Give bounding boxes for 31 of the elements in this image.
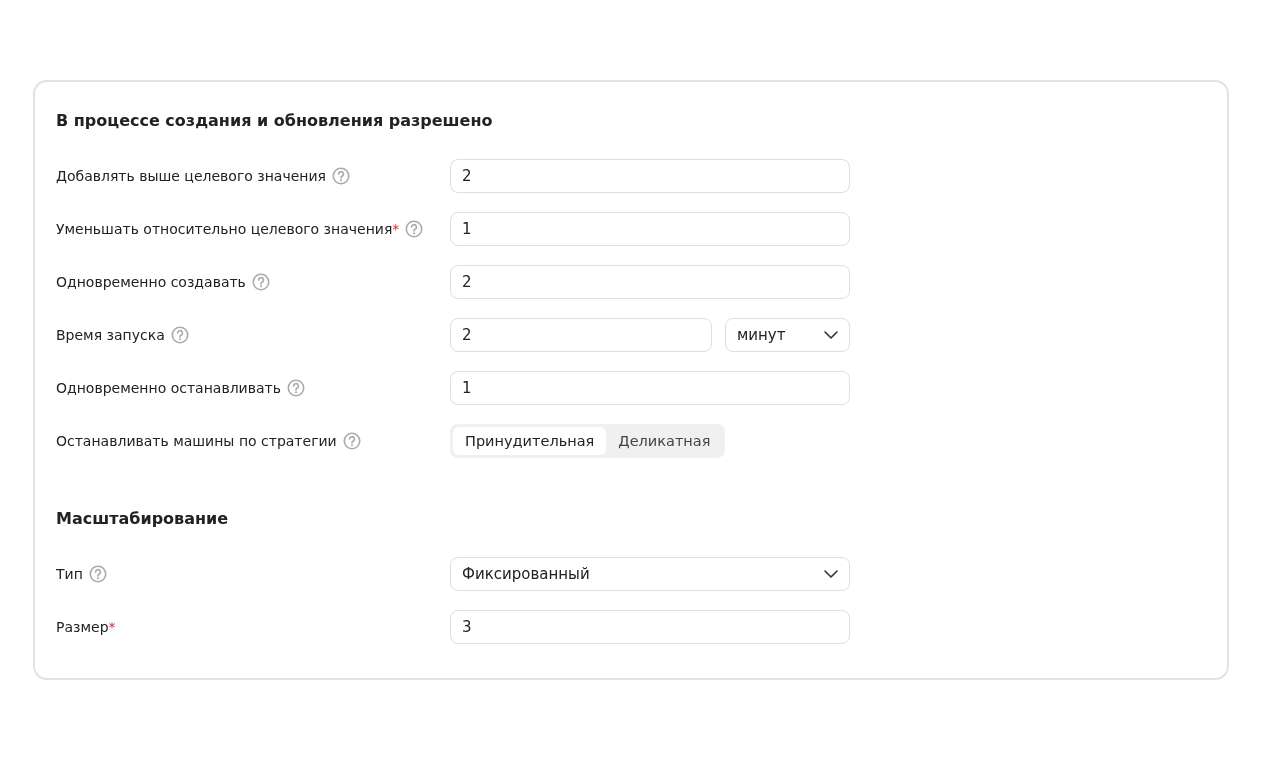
type-dropdown[interactable]: Фиксированный <box>450 557 850 591</box>
help-icon[interactable] <box>170 326 189 344</box>
help-icon[interactable] <box>88 565 107 583</box>
segment-option[interactable]: Деликатная <box>606 427 723 455</box>
field-label: Размер <box>56 619 109 635</box>
help-icon[interactable] <box>405 220 424 238</box>
chevron-down-icon <box>824 570 838 578</box>
help-icon[interactable] <box>342 432 361 450</box>
help-icon[interactable] <box>286 379 305 397</box>
section-title: Масштабирование <box>56 508 230 530</box>
field-label: Добавлять выше целевого значения <box>56 168 326 184</box>
number-input[interactable]: 1 <box>450 371 850 405</box>
number-input[interactable]: 2 <box>450 159 850 193</box>
help-icon[interactable] <box>251 273 270 291</box>
number-input[interactable]: 2 <box>450 318 712 352</box>
field-label: Тип <box>56 566 83 582</box>
unit-dropdown[interactable]: минут <box>725 318 850 352</box>
number-input[interactable]: 1 <box>450 212 850 246</box>
field-label: Останавливать машины по стратегии <box>56 433 337 449</box>
field-label: Одновременно создавать <box>56 274 246 290</box>
required-mark: * <box>108 619 116 635</box>
field-label: Уменьшать относительно целевого значения <box>56 221 393 237</box>
field-label: Время запуска <box>56 327 165 343</box>
section-title: В процессе создания и обновления разрешено <box>56 110 494 132</box>
number-input[interactable]: 2 <box>450 265 850 299</box>
chevron-down-icon <box>824 331 838 339</box>
required-mark: * <box>392 221 400 237</box>
segment-option[interactable]: Принудительная <box>453 427 607 455</box>
help-icon[interactable] <box>332 167 350 185</box>
number-input[interactable]: 3 <box>450 610 850 644</box>
field-label: Одновременно останавливать <box>56 380 281 396</box>
